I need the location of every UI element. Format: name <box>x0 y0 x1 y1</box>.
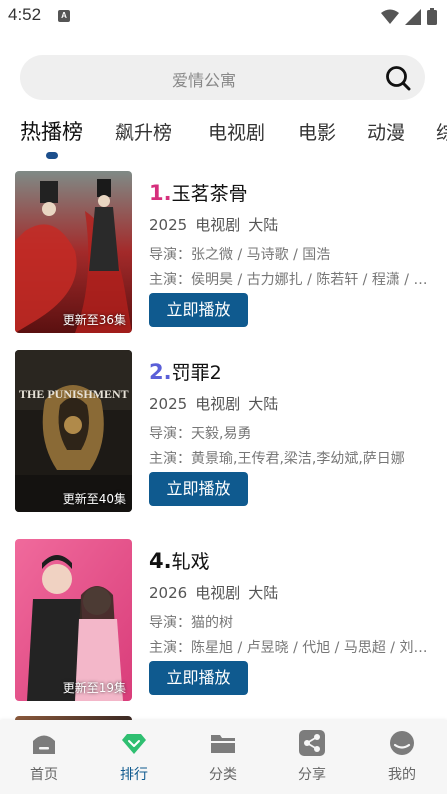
nav-label: 排行 <box>120 767 148 783</box>
nav-label: 分享 <box>298 767 326 783</box>
search-icon[interactable] <box>385 65 411 91</box>
poster-art <box>15 539 132 701</box>
genre: 电视剧 <box>195 395 241 413</box>
item-meta: 2025 电视剧 大陆 <box>149 393 286 414</box>
rank-number: 4. <box>149 549 172 573</box>
director-line: 导演：张之微 / 马诗歌 / 国浩 <box>149 247 331 263</box>
play-button[interactable]: 立即播放 <box>149 293 248 327</box>
wifi-icon <box>381 9 399 24</box>
poster-image[interactable]: 更新至19集 <box>15 539 132 701</box>
notification-a-icon: A <box>58 10 70 22</box>
ranking-diamond-icon <box>122 734 146 754</box>
list-item[interactable]: THE PUNISHMENT 更新至40集 2.罚罪2 2025 电视剧 大陆 导演… <box>0 350 447 515</box>
year: 2025 <box>149 395 188 413</box>
poster-art <box>15 350 132 512</box>
nav-home[interactable]: 首页 <box>9 730 79 784</box>
item-meta: 2025 电视剧 大陆 <box>149 214 286 235</box>
rank-number: 1. <box>149 181 172 205</box>
item-title[interactable]: 4.轧戏 <box>149 547 210 574</box>
title-text: 玉茗茶骨 <box>171 183 248 205</box>
episode-badge: 更新至40集 <box>62 492 126 506</box>
genre: 电视剧 <box>195 216 241 234</box>
director-line: 导演：天毅,易勇 <box>149 426 252 442</box>
nav-label: 我的 <box>388 767 416 783</box>
genre: 电视剧 <box>195 584 241 602</box>
profile-icon <box>390 731 414 755</box>
poster-image[interactable]: THE PUNISHMENT 更新至40集 <box>15 350 132 512</box>
bottom-nav: 首页 排行 分类 分享 我的 <box>0 720 447 794</box>
nav-ranking[interactable]: 排行 <box>99 730 169 784</box>
nav-share[interactable]: 分享 <box>277 730 347 784</box>
poster-art <box>15 171 132 333</box>
tab-anime[interactable]: 动漫 <box>367 118 405 145</box>
play-button[interactable]: 立即播放 <box>149 472 248 506</box>
tab-rising[interactable]: 飙升榜 <box>115 118 172 145</box>
region: 大陆 <box>248 216 279 234</box>
title-text: 轧戏 <box>171 551 210 573</box>
battery-icon <box>427 8 437 25</box>
item-meta: 2026 电视剧 大陆 <box>149 582 286 603</box>
item-title[interactable]: 1.玉茗茶骨 <box>149 179 248 206</box>
region: 大陆 <box>248 395 279 413</box>
tab-variety[interactable]: 综 <box>436 118 447 145</box>
home-icon <box>33 735 55 754</box>
title-text: 罚罪2 <box>171 362 222 384</box>
tab-hot[interactable]: 热播榜 <box>20 116 83 146</box>
share-icon <box>299 730 325 756</box>
tab-movie[interactable]: 电影 <box>298 118 336 145</box>
signal-icon <box>405 8 421 25</box>
rank-number: 2. <box>149 360 172 384</box>
list-item[interactable]: 更新至19集 4.轧戏 2026 电视剧 大陆 导演：猫的树 主演：陈星旭 / 卢昱… <box>0 539 447 704</box>
year: 2026 <box>149 584 188 602</box>
nav-label: 首页 <box>30 767 58 783</box>
search-input[interactable]: 爱情公寓 <box>20 67 388 91</box>
status-icons <box>381 8 437 25</box>
play-button[interactable]: 立即播放 <box>149 661 248 695</box>
cast-line: 主演：侯明昊 / 古力娜扎 / 陈若轩 / 程潇 / 王弘毅 <box>149 272 434 288</box>
ranking-tabs: 热播榜 飙升榜 电视剧 电影 动漫 综 <box>0 112 447 160</box>
region: 大陆 <box>248 584 279 602</box>
tab-indicator <box>46 152 58 159</box>
year: 2025 <box>149 216 188 234</box>
folder-icon <box>211 735 235 753</box>
cast-line: 主演：陈星旭 / 卢昱晓 / 代旭 / 马思超 / 刘奕铁 <box>149 640 434 656</box>
nav-profile[interactable]: 我的 <box>367 730 437 784</box>
nav-label: 分类 <box>209 767 237 783</box>
poster-image[interactable]: 更新至36集 <box>15 171 132 333</box>
director-line: 导演：猫的树 <box>149 615 233 631</box>
status-bar: 4:52 A <box>0 0 447 34</box>
nav-category[interactable]: 分类 <box>188 730 258 784</box>
list-item[interactable]: 更新至36集 1.玉茗茶骨 2025 电视剧 大陆 导演：张之微 / 马诗歌 / 国… <box>0 171 447 336</box>
item-title[interactable]: 2.罚罪2 <box>149 358 222 385</box>
status-time: 4:52 <box>8 5 42 24</box>
episode-badge: 更新至36集 <box>62 313 126 327</box>
poster-title-text: THE PUNISHMENT <box>19 387 129 401</box>
search-bar[interactable]: 爱情公寓 <box>20 55 425 100</box>
episode-badge: 更新至19集 <box>62 681 126 695</box>
cast-line: 主演：黄景瑜,王传君,梁洁,李幼斌,萨日娜 <box>149 451 405 467</box>
tab-tv[interactable]: 电视剧 <box>208 118 265 145</box>
